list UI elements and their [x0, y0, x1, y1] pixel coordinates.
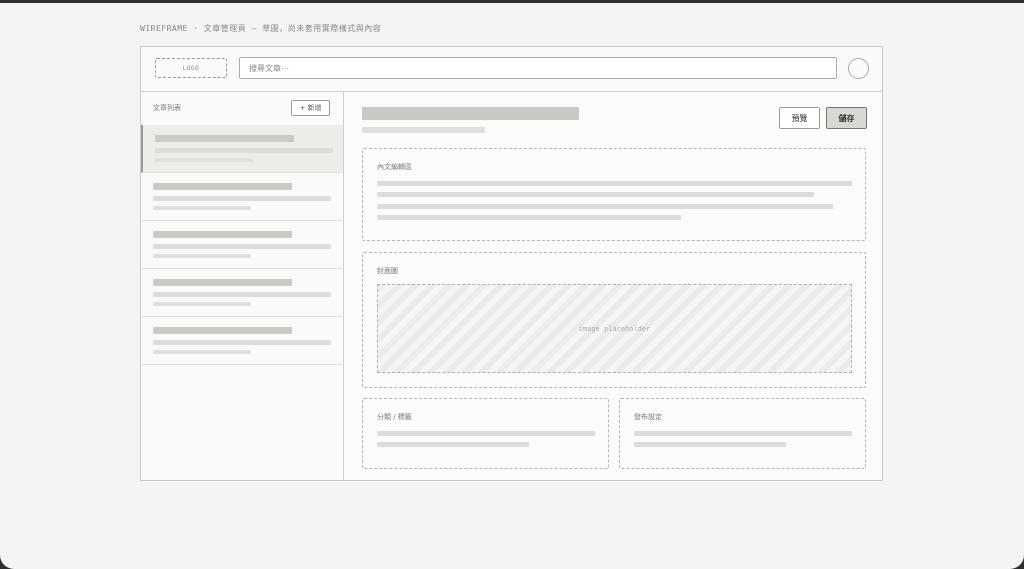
list-item[interactable] — [141, 173, 343, 221]
list-item-excerpt-placeholder — [153, 340, 331, 345]
save-button[interactable]: 儲存 — [826, 107, 867, 129]
wireframe-caption: WIREFRAME · 文章管理頁 — 草圖，尚未套用實際樣式與內容 — [140, 24, 382, 33]
category-tags-label: 分類 / 標籤 — [377, 413, 412, 421]
image-placeholder[interactable]: image placeholder — [377, 284, 852, 373]
list-item-meta-placeholder — [153, 302, 251, 306]
page-background: WIREFRAME · 文章管理頁 — 草圖，尚未套用實際樣式與內容 LOGO … — [0, 3, 1024, 569]
list-item-excerpt-placeholder — [153, 292, 331, 297]
list-item-title-placeholder — [153, 231, 292, 238]
preview-button[interactable]: 預覽 — [779, 107, 820, 129]
publish-settings-label: 發布設定 — [634, 413, 662, 421]
text-line-placeholder — [377, 204, 833, 209]
list-item[interactable] — [141, 269, 343, 317]
top-bar: LOGO 搜尋文章⋯ — [141, 47, 882, 92]
app-frame: LOGO 搜尋文章⋯ 文章列表 + 新增 預覽 儲存 內文編輯區 封面圖 ima… — [140, 46, 883, 481]
list-item-excerpt-placeholder — [153, 244, 331, 249]
list-item[interactable] — [141, 221, 343, 269]
list-item-excerpt-placeholder — [155, 148, 333, 153]
field-placeholder — [377, 442, 529, 447]
list-item[interactable] — [141, 317, 343, 365]
publish-settings-section[interactable]: 發布設定 — [619, 398, 866, 469]
list-item-title-placeholder — [153, 279, 292, 286]
sidebar-title: 文章列表 — [153, 104, 181, 112]
add-article-button[interactable]: + 新增 — [291, 100, 330, 116]
text-line-placeholder — [377, 192, 814, 197]
list-item[interactable] — [141, 125, 343, 173]
field-placeholder — [377, 431, 595, 436]
list-item-title-placeholder — [153, 327, 292, 334]
article-title-placeholder[interactable] — [362, 107, 579, 120]
list-item-meta-placeholder — [155, 158, 253, 162]
list-item-excerpt-placeholder — [153, 196, 331, 201]
editor-panel: 預覽 儲存 內文編輯區 封面圖 image placeholder 分類 / 標… — [344, 92, 882, 480]
list-item-title-placeholder — [155, 135, 294, 142]
cover-image-section: 封面圖 image placeholder — [362, 252, 866, 388]
cover-image-label: 封面圖 — [377, 267, 398, 275]
body-editor-label: 內文編輯區 — [377, 163, 412, 171]
list-item-title-placeholder — [153, 183, 292, 190]
text-line-placeholder — [377, 215, 681, 220]
text-line-placeholder — [377, 181, 852, 186]
search-input[interactable]: 搜尋文章⋯ — [239, 57, 837, 79]
category-tags-section[interactable]: 分類 / 標籤 — [362, 398, 609, 469]
field-placeholder — [634, 442, 786, 447]
logo: LOGO — [155, 58, 227, 78]
list-item-meta-placeholder — [153, 206, 251, 210]
list-item-meta-placeholder — [153, 254, 251, 258]
body-editor-section[interactable]: 內文編輯區 — [362, 148, 866, 241]
article-subtitle-placeholder — [362, 127, 485, 133]
sidebar: 文章列表 + 新增 — [141, 92, 344, 480]
field-placeholder — [634, 431, 852, 436]
list-item-meta-placeholder — [153, 350, 251, 354]
avatar[interactable] — [848, 58, 869, 79]
